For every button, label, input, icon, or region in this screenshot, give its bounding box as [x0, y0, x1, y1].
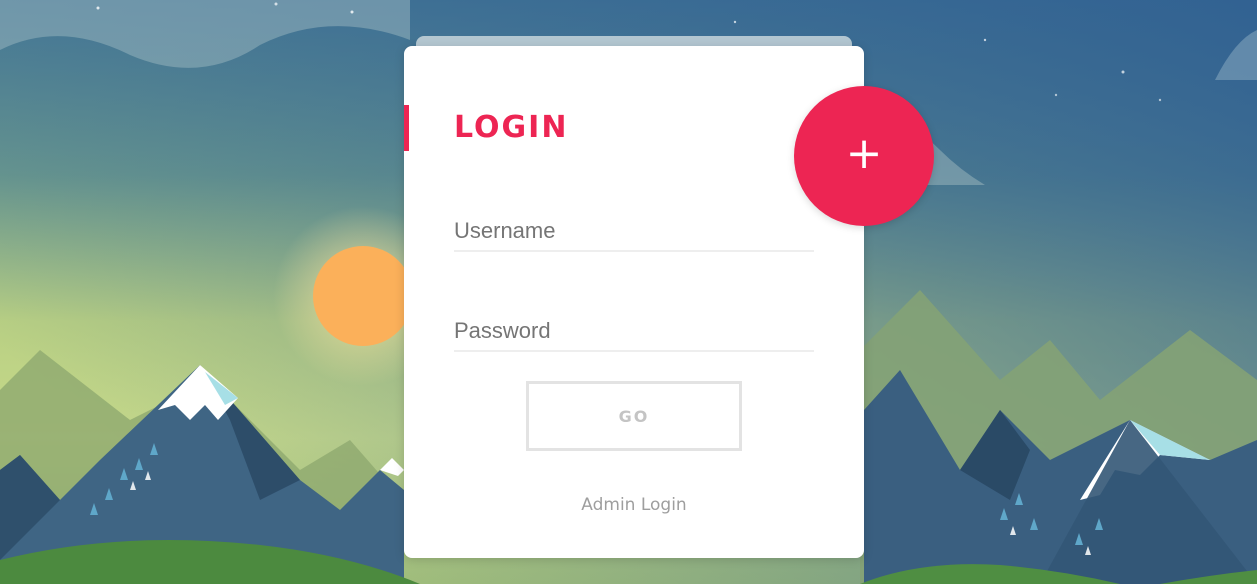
title-accent-bar: [404, 105, 409, 151]
password-input[interactable]: [454, 318, 814, 344]
login-title: LOGIN: [454, 110, 569, 145]
go-button[interactable]: GO: [526, 381, 742, 451]
password-field: [454, 300, 814, 352]
plus-icon: +: [845, 128, 883, 179]
admin-login-link[interactable]: Admin Login: [404, 495, 864, 515]
login-card: LOGIN GO Admin Login: [404, 46, 864, 558]
username-input[interactable]: [454, 218, 814, 244]
username-field: [454, 200, 814, 252]
add-button[interactable]: +: [794, 86, 934, 226]
